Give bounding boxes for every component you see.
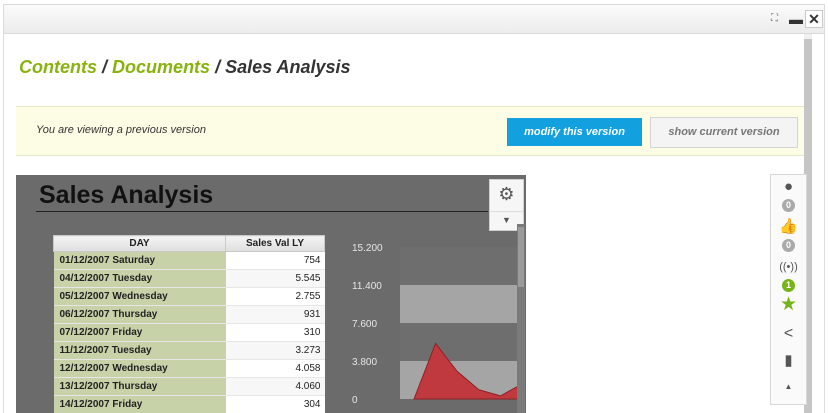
day-cell: 05/12/2007 Wednesday xyxy=(53,287,226,306)
document-view-panel: Contents / Documents / Sales Analysis Yo… xyxy=(3,34,825,413)
day-cell: 12/12/2007 Wednesday xyxy=(53,359,226,378)
chart-grid-band xyxy=(400,285,518,323)
day-cell: 04/12/2007 Tuesday xyxy=(53,269,226,288)
gear-icon[interactable]: ⚙ xyxy=(490,184,523,205)
report-title-divider xyxy=(36,211,488,212)
breadcrumb-current: Sales Analysis xyxy=(225,57,351,77)
star-icon: ★ xyxy=(779,294,798,315)
y-axis-tick-label: 11.400 xyxy=(352,281,382,292)
y-axis-tick-label: 7.600 xyxy=(352,319,377,330)
sales-value-cell: 4.060 xyxy=(225,377,325,396)
expand-arrows-icon[interactable]: ⛶ xyxy=(771,11,778,27)
table-row[interactable]: 07/12/2007 Friday 310 xyxy=(53,323,325,342)
y-axis-tick-label: 15.200 xyxy=(352,243,383,254)
broadcast-icon: ((•)) xyxy=(779,261,798,273)
sales-value-cell: 754 xyxy=(225,251,325,270)
close-icon[interactable]: ✕ xyxy=(805,10,823,28)
window-title-bar: ⛶ ▬ ✕ xyxy=(3,4,825,34)
day-cell: 06/12/2007 Thursday xyxy=(53,305,226,324)
sales-table: DAY Sales Val LY 01/12/2007 Saturday 754 0… xyxy=(53,235,325,413)
breadcrumb-link-documents[interactable]: Documents xyxy=(112,57,210,77)
table-row[interactable]: 04/12/2007 Tuesday 5.545 xyxy=(53,269,325,288)
column-header-sales-val-ly[interactable]: Sales Val LY xyxy=(225,235,325,252)
bookmark-icon: ▮ xyxy=(784,352,793,369)
thumbs-up-icon: 👍 xyxy=(779,218,798,235)
followers-action[interactable]: ● 0 xyxy=(771,179,806,213)
user-icon: ● xyxy=(783,178,794,195)
report-widget: Sales Analysis ⚙ ▼ DAY Sales Val LY 01/1… xyxy=(16,175,526,413)
modify-version-button[interactable]: modify this version xyxy=(507,118,642,146)
day-cell: 01/12/2007 Saturday xyxy=(53,251,226,270)
scroll-up-action[interactable]: ▲ xyxy=(771,379,806,395)
column-header-day[interactable]: DAY xyxy=(53,235,226,252)
favorite-action[interactable]: ★ xyxy=(771,294,806,315)
day-cell: 07/12/2007 Friday xyxy=(53,323,226,342)
breadcrumb: Contents / Documents / Sales Analysis xyxy=(19,57,351,78)
caret-up-icon: ▲ xyxy=(784,382,793,391)
followers-count-badge: 0 xyxy=(782,199,795,212)
table-header-row: DAY Sales Val LY xyxy=(53,235,325,252)
breadcrumb-link-contents[interactable]: Contents xyxy=(19,57,97,77)
sales-value-cell: 931 xyxy=(225,305,325,324)
likes-action[interactable]: 👍 0 xyxy=(771,219,806,253)
sales-value-cell: 304 xyxy=(225,395,325,413)
sales-value-cell: 4.058 xyxy=(225,359,325,378)
previous-version-notice: You are viewing a previous version modif… xyxy=(16,106,806,156)
sales-area-chart: 15.200 11.400 7.600 3.800 0 xyxy=(352,243,518,406)
likes-count-badge: 0 xyxy=(782,239,795,252)
bookmark-action[interactable]: ▮ xyxy=(771,353,806,369)
table-row[interactable]: 01/12/2007 Saturday 754 xyxy=(53,251,325,270)
breadcrumb-separator: / xyxy=(102,57,108,77)
show-current-version-button[interactable]: show current version xyxy=(650,117,798,148)
sales-value-cell: 3.273 xyxy=(225,341,325,360)
table-row[interactable]: 11/12/2007 Tuesday 3.273 xyxy=(53,341,325,360)
broadcast-count-badge: 1 xyxy=(782,279,795,292)
breadcrumb-separator: / xyxy=(215,57,221,77)
table-row[interactable]: 05/12/2007 Wednesday 2.755 xyxy=(53,287,325,306)
side-action-toolbar: ● 0 👍 0 ((•)) 1 ★ < ▮ ▲ xyxy=(770,174,807,405)
broadcast-action[interactable]: ((•)) 1 xyxy=(771,259,806,293)
y-axis-tick-label: 0 xyxy=(352,395,358,406)
share-icon: < xyxy=(783,325,794,342)
sales-value-cell: 5.545 xyxy=(225,269,325,288)
table-row[interactable]: 14/12/2007 Friday 304 xyxy=(53,395,325,413)
share-action[interactable]: < xyxy=(771,326,806,342)
table-row[interactable]: 13/12/2007 Thursday 4.060 xyxy=(53,377,325,396)
minimize-icon[interactable]: ▬ xyxy=(789,11,803,27)
day-cell: 11/12/2007 Tuesday xyxy=(53,341,226,360)
sales-value-cell: 2.755 xyxy=(225,287,325,306)
report-scrollbar-thumb[interactable] xyxy=(518,227,524,287)
day-cell: 14/12/2007 Friday xyxy=(53,395,226,413)
table-row[interactable]: 06/12/2007 Thursday 931 xyxy=(53,305,325,324)
previous-version-message: You are viewing a previous version xyxy=(36,124,206,136)
report-title: Sales Analysis xyxy=(39,181,214,209)
table-row[interactable]: 12/12/2007 Wednesday 4.058 xyxy=(53,359,325,378)
sales-value-cell: 310 xyxy=(225,323,325,342)
day-cell: 13/12/2007 Thursday xyxy=(53,377,226,396)
y-axis-tick-label: 3.800 xyxy=(352,357,377,368)
